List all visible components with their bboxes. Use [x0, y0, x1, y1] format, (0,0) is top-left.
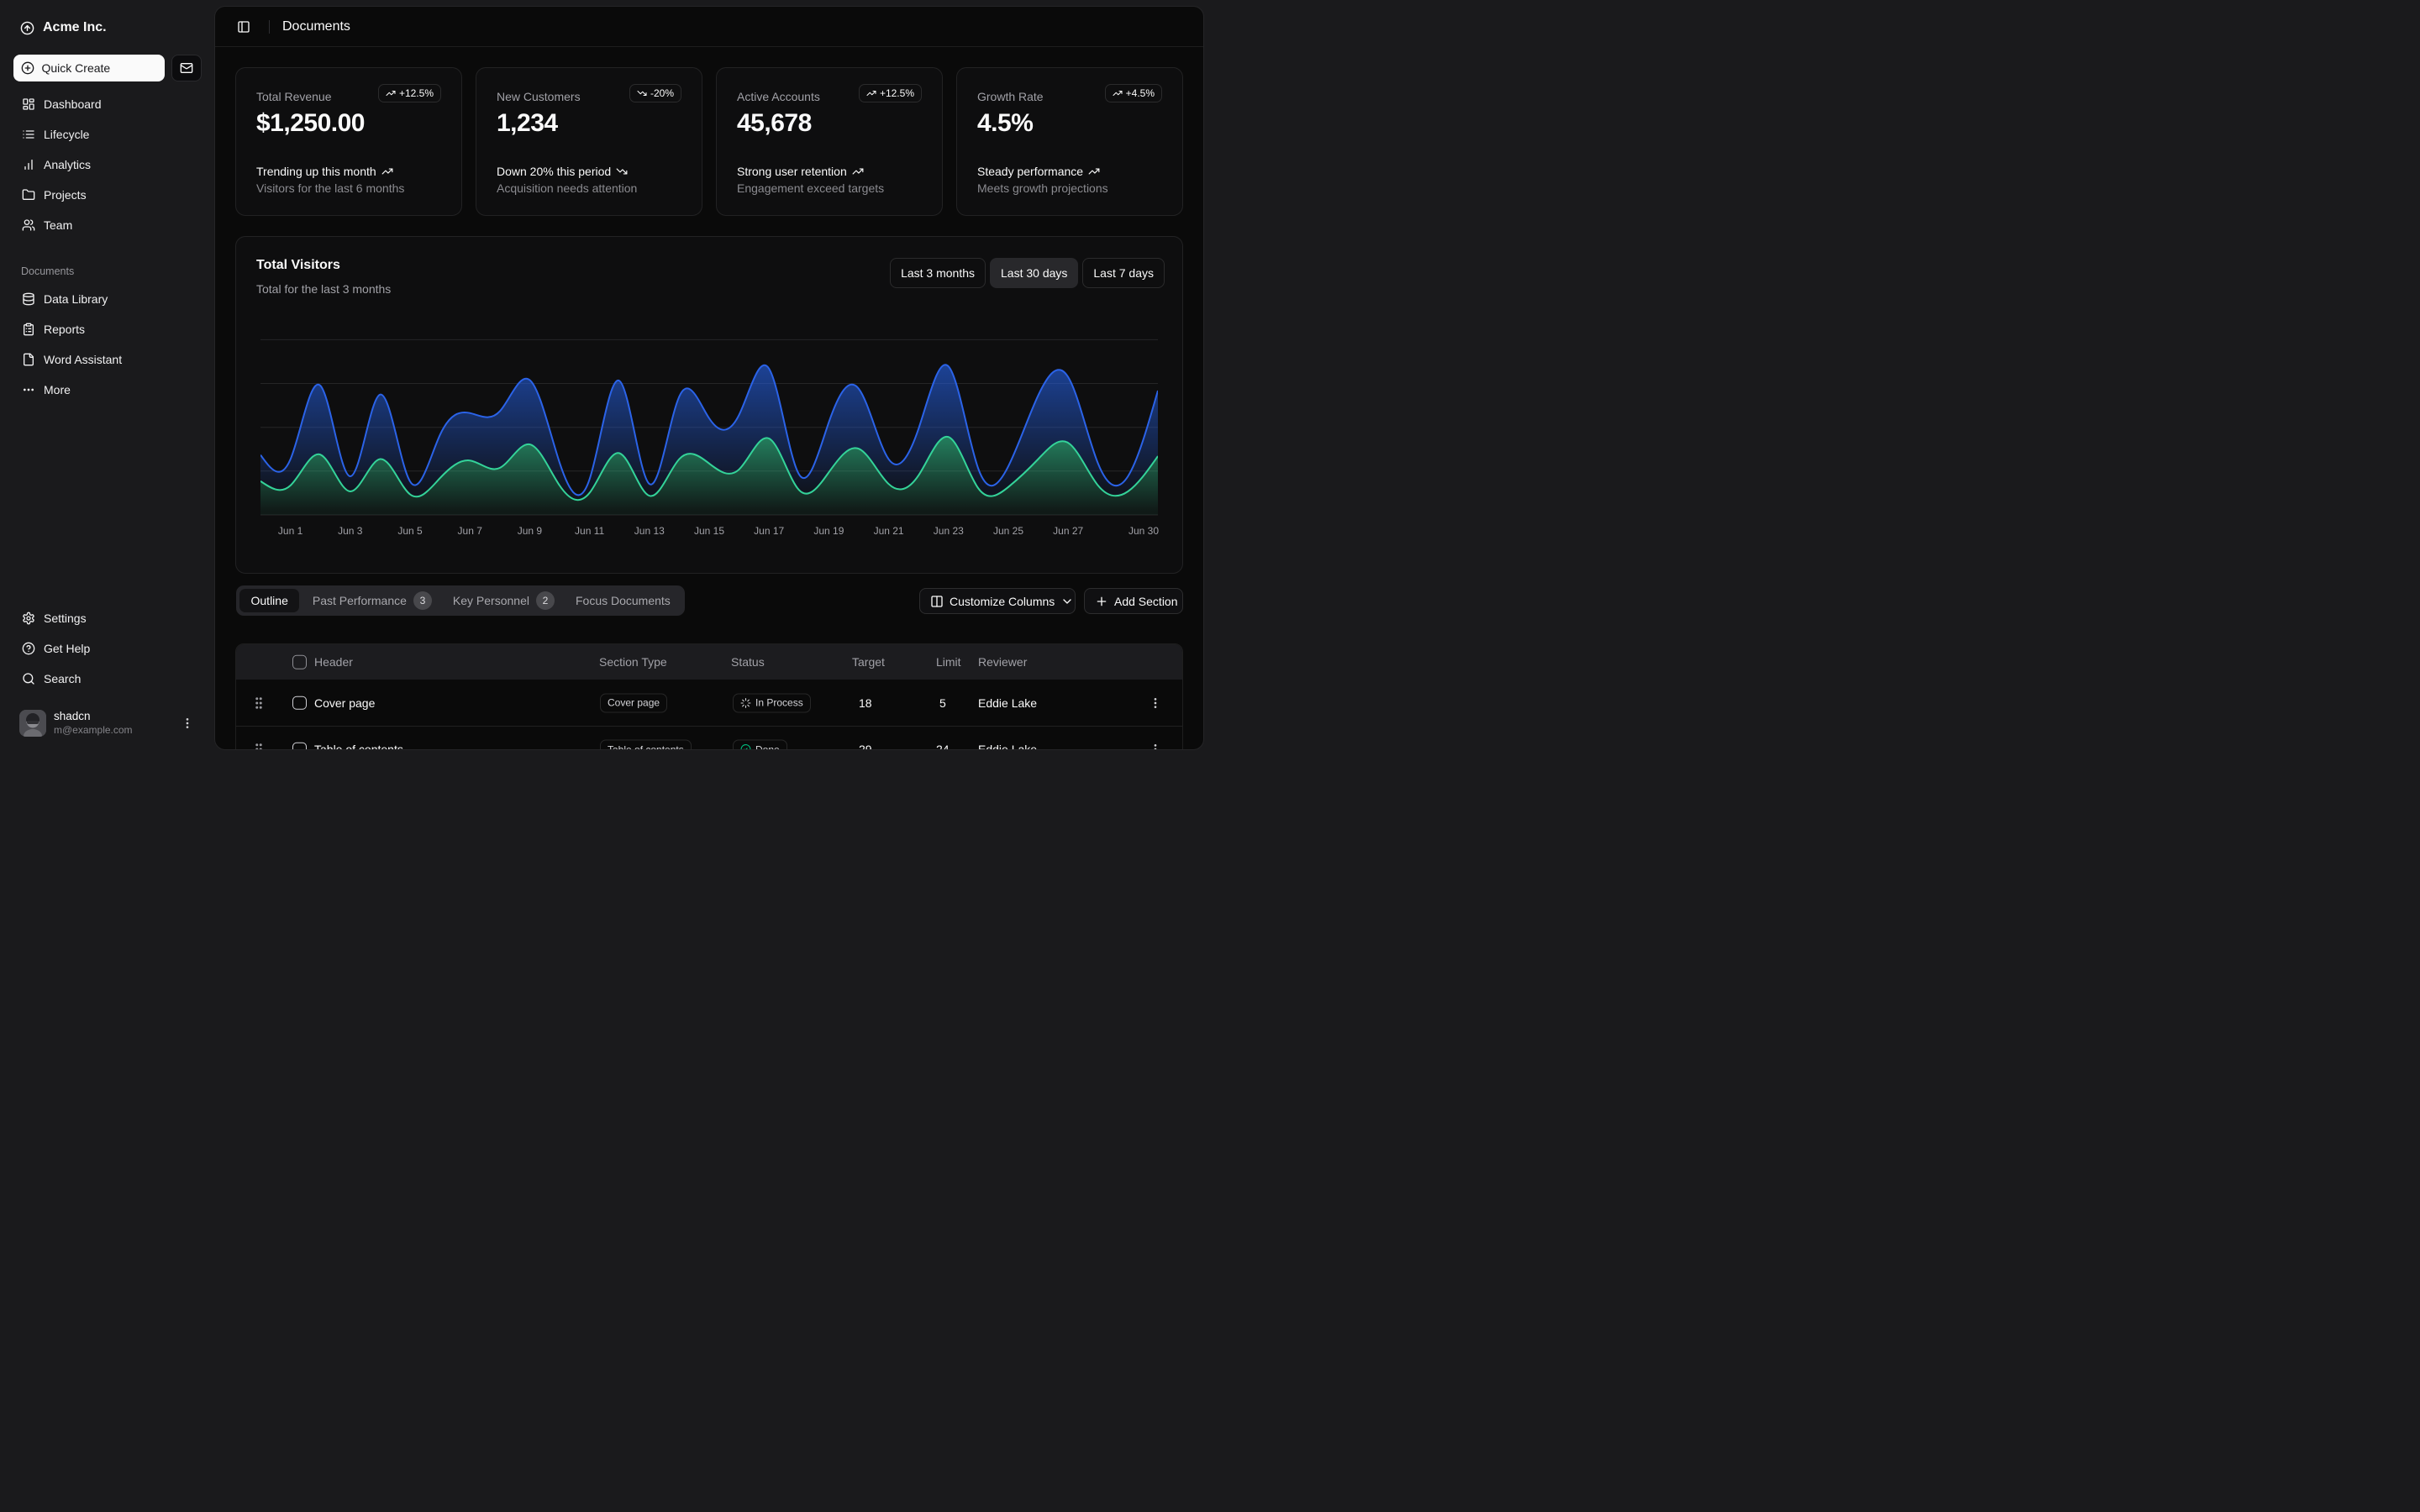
svg-text:Jun 17: Jun 17	[754, 525, 784, 537]
svg-text:Jun 30: Jun 30	[1128, 525, 1159, 537]
svg-text:Jun 9: Jun 9	[518, 525, 543, 537]
svg-text:Jun 21: Jun 21	[874, 525, 904, 537]
svg-text:Jun 13: Jun 13	[634, 525, 665, 537]
svg-text:Jun 7: Jun 7	[458, 525, 483, 537]
svg-text:Jun 19: Jun 19	[813, 525, 844, 537]
svg-text:Jun 23: Jun 23	[934, 525, 964, 537]
svg-text:Jun 25: Jun 25	[993, 525, 1023, 537]
svg-text:Jun 1: Jun 1	[278, 525, 303, 537]
svg-text:Jun 27: Jun 27	[1053, 525, 1083, 537]
svg-text:Jun 11: Jun 11	[575, 525, 604, 537]
svg-text:Jun 5: Jun 5	[397, 525, 423, 537]
svg-text:Jun 3: Jun 3	[338, 525, 363, 537]
svg-text:Jun 15: Jun 15	[694, 525, 724, 537]
